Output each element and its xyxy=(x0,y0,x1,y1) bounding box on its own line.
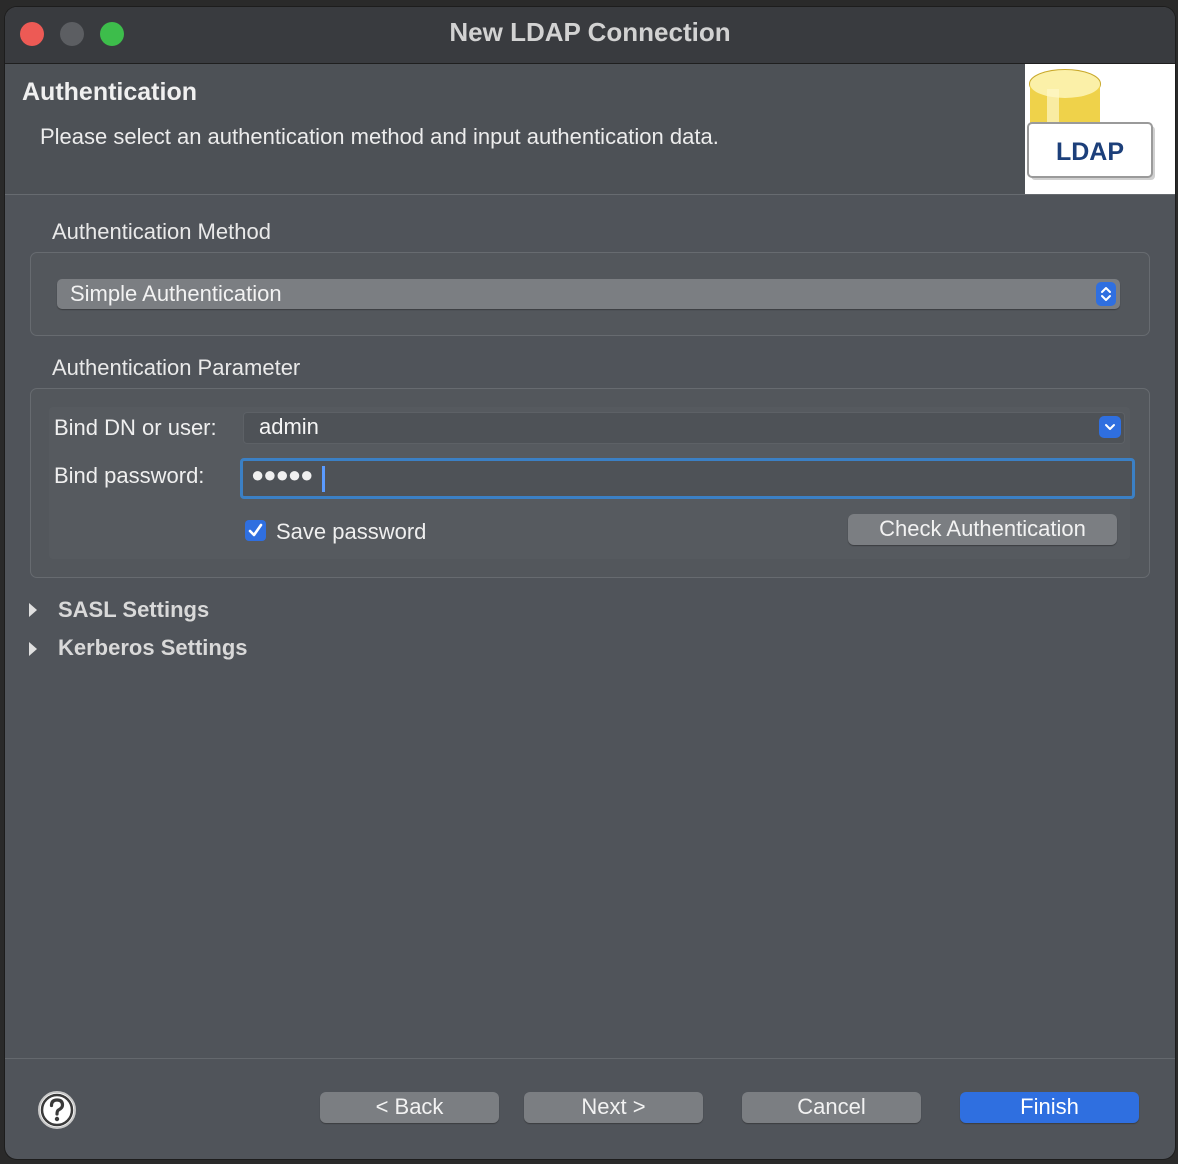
check-authentication-button[interactable]: Check Authentication xyxy=(848,514,1117,545)
page-title: Authentication xyxy=(22,78,197,106)
auth-param-label: Authentication Parameter xyxy=(52,355,301,380)
disclosure-triangle-icon xyxy=(29,642,37,656)
password-mask: ●●●●● xyxy=(251,462,313,487)
sasl-expander[interactable] xyxy=(27,601,39,624)
kerberos-expander[interactable] xyxy=(27,640,39,663)
question-mark-icon[interactable] xyxy=(37,1090,77,1130)
auth-method-label: Authentication Method xyxy=(52,219,271,244)
ldap-logo: LDAP xyxy=(1025,64,1175,194)
dialog-window: New LDAP Connection Authentication Pleas… xyxy=(5,7,1175,1159)
chevron-down-icon[interactable] xyxy=(1099,416,1121,438)
page-description: Please select an authentication method a… xyxy=(40,124,719,149)
bind-password-field[interactable]: ●●●●● xyxy=(240,458,1135,499)
updown-arrows-icon xyxy=(1096,282,1116,306)
window-title: New LDAP Connection xyxy=(449,17,731,47)
bind-dn-combobox[interactable]: admin xyxy=(243,412,1125,444)
bind-dn-value: admin xyxy=(259,414,319,439)
sasl-settings-label[interactable]: SASL Settings xyxy=(58,597,209,623)
save-password-label[interactable]: Save password xyxy=(276,519,426,545)
auth-method-select[interactable]: Simple Authentication xyxy=(57,279,1120,309)
title-bar: New LDAP Connection xyxy=(5,7,1175,64)
footer-separator xyxy=(5,1058,1175,1059)
text-caret xyxy=(322,466,325,492)
auth-method-selected: Simple Authentication xyxy=(70,281,282,306)
checkmark-icon xyxy=(248,523,263,537)
next-button[interactable]: Next > xyxy=(524,1092,703,1123)
back-button[interactable]: < Back xyxy=(320,1092,499,1123)
save-password-checkbox[interactable] xyxy=(245,520,266,541)
wizard-header: Authentication Please select an authenti… xyxy=(5,64,1175,195)
cancel-button[interactable]: Cancel xyxy=(742,1092,921,1123)
bind-dn-label: Bind DN or user: xyxy=(54,415,217,440)
disclosure-triangle-icon xyxy=(29,603,37,617)
kerberos-settings-label[interactable]: Kerberos Settings xyxy=(58,635,248,661)
bind-password-label: Bind password: xyxy=(54,463,205,488)
ldap-logo-text: LDAP xyxy=(1056,138,1124,166)
finish-button[interactable]: Finish xyxy=(960,1092,1139,1123)
